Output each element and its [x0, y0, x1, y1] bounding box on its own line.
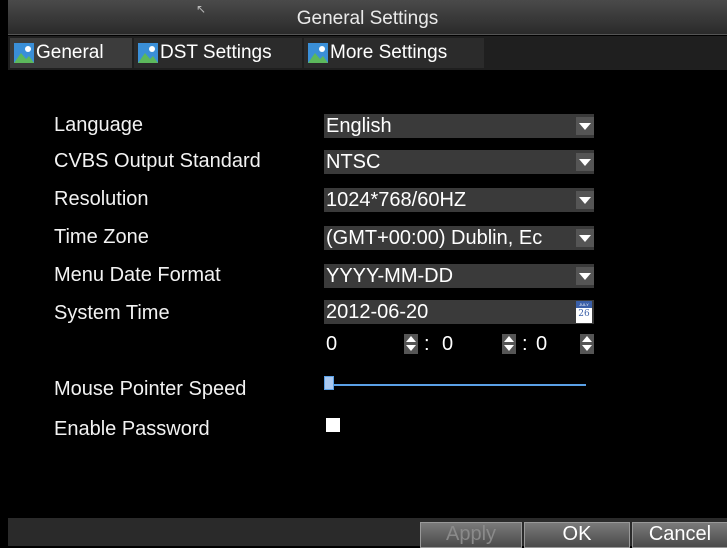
- apply-button[interactable]: Apply: [420, 522, 522, 548]
- second-value: 0: [536, 333, 548, 355]
- tab-dst-settings-label: DST Settings: [160, 42, 272, 63]
- chevron-down-icon[interactable]: [576, 191, 594, 209]
- title-bar: ↖ General Settings: [8, 0, 727, 35]
- chevron-down-icon[interactable]: [576, 117, 594, 135]
- ok-button[interactable]: OK: [524, 522, 630, 548]
- minute-value: 0: [442, 333, 454, 355]
- system-time-label: System Time: [54, 302, 170, 324]
- tab-general-label: General: [36, 42, 104, 63]
- enable-password-label: Enable Password: [54, 418, 210, 440]
- tab-more-settings-label: More Settings: [330, 42, 448, 63]
- mouse-speed-label: Mouse Pointer Speed: [54, 378, 247, 400]
- tab-more-settings[interactable]: More Settings: [304, 38, 484, 68]
- resolution-value: 1024*768/60HZ: [326, 189, 467, 211]
- hour-stepper[interactable]: 0: [324, 332, 420, 356]
- hour-value: 0: [326, 333, 338, 355]
- mouse-speed-slider[interactable]: [324, 384, 586, 386]
- minute-stepper[interactable]: 0: [432, 332, 518, 356]
- cvbs-label: CVBS Output Standard: [54, 150, 261, 172]
- system-date-value: 2012-06-20: [326, 301, 429, 323]
- system-date-field[interactable]: 2012-06-20 JULY 26: [324, 300, 594, 324]
- language-label: Language: [54, 114, 143, 136]
- cancel-button[interactable]: Cancel: [632, 522, 727, 548]
- landscape-icon: [308, 43, 328, 63]
- date-format-select[interactable]: YYYY-MM-DD: [324, 264, 594, 288]
- settings-window: ↖ General Settings General DST Settings: [8, 0, 727, 548]
- calendar-icon-month: JULY: [576, 301, 592, 308]
- tab-bar: General DST Settings More Settings: [8, 36, 727, 70]
- stepper-arrows-icon[interactable]: [502, 334, 516, 354]
- language-select[interactable]: English: [324, 114, 594, 138]
- resolution-select[interactable]: 1024*768/60HZ: [324, 188, 594, 212]
- resolution-label: Resolution: [54, 188, 149, 210]
- calendar-icon[interactable]: JULY 26: [576, 301, 592, 323]
- tab-general[interactable]: General: [10, 38, 132, 68]
- date-format-value: YYYY-MM-DD: [326, 265, 454, 287]
- date-format-label: Menu Date Format: [54, 264, 221, 286]
- enable-password-checkbox[interactable]: [326, 418, 340, 432]
- window-title: General Settings: [296, 8, 439, 29]
- time-separator: :: [522, 333, 528, 355]
- general-settings-panel: Language English CVBS Output Standard NT…: [8, 70, 727, 518]
- stepper-arrows-icon[interactable]: [404, 334, 418, 354]
- language-value: English: [326, 115, 392, 137]
- time-separator: :: [424, 333, 430, 355]
- chevron-down-icon[interactable]: [576, 267, 594, 285]
- second-stepper[interactable]: 0: [530, 332, 596, 356]
- slider-handle[interactable]: [324, 376, 334, 390]
- landscape-icon: [138, 43, 158, 63]
- stepper-arrows-icon[interactable]: [580, 334, 594, 354]
- chevron-down-icon[interactable]: [576, 153, 594, 171]
- landscape-icon: [14, 43, 34, 63]
- timezone-label: Time Zone: [54, 226, 149, 248]
- timezone-select[interactable]: (GMT+00:00) Dublin, Ec: [324, 226, 594, 250]
- chevron-down-icon[interactable]: [576, 229, 594, 247]
- timezone-value: (GMT+00:00) Dublin, Ec: [326, 227, 543, 249]
- cvbs-select[interactable]: NTSC: [324, 150, 594, 174]
- calendar-icon-day: 26: [578, 309, 590, 319]
- cvbs-value: NTSC: [326, 151, 381, 173]
- tab-dst-settings[interactable]: DST Settings: [134, 38, 302, 68]
